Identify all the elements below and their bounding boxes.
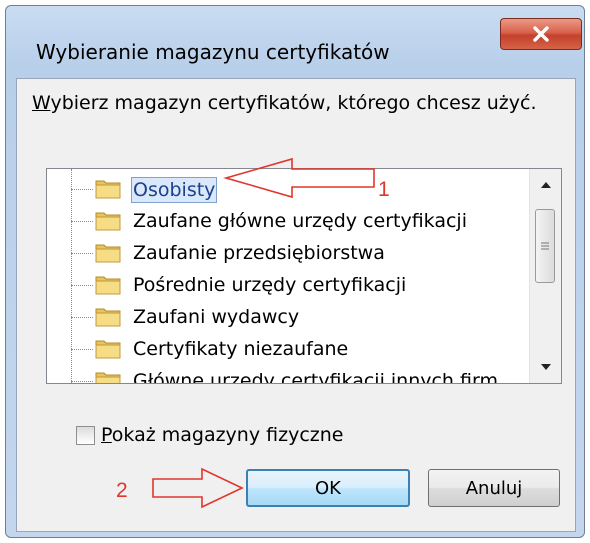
tree-item-label: Zaufani wydawcy — [133, 306, 300, 328]
annotation-arrow-2 — [152, 467, 244, 509]
tree-branch-line — [71, 189, 93, 190]
tree-item-zaufani-wydawcy[interactable]: Zaufani wydawcy — [47, 301, 517, 333]
tree-item-zaufanie-przedsiebiorstwa[interactable]: Zaufanie przedsiębiorstwa — [47, 237, 517, 269]
checkbox-label-rest: okaż magazyny fizyczne — [111, 424, 344, 446]
tree-item-label: Certyfikaty niezaufane — [133, 338, 349, 360]
checkbox-accelerator: P — [101, 424, 112, 446]
tree-branch-line — [71, 349, 93, 350]
show-physical-stores-row[interactable]: Pokaż magazyny fizyczne — [76, 424, 343, 446]
tree-item-inne-firmy[interactable]: Główne urzędy certyfikacji innych firm — [47, 365, 517, 384]
instruction-text: Wybierz magazyn certyfikatów, którego ch… — [32, 92, 536, 114]
tree-item-label: Pośrednie urzędy certyfikacji — [133, 274, 407, 296]
tree-item-label: Zaufanie przedsiębiorstwa — [133, 242, 385, 264]
window-title: Wybieranie magazynu certyfikatów — [36, 40, 390, 64]
tree-branch-line — [71, 317, 93, 318]
instruction-rest: ybierz magazyn certyfikatów, którego chc… — [50, 92, 537, 114]
ok-button[interactable]: OK — [246, 469, 410, 507]
show-physical-stores-label: Pokaż magazyny fizyczne — [101, 424, 343, 446]
tree-branch-line — [71, 221, 93, 222]
annotation-number-1: 1 — [378, 178, 390, 201]
grip-icon — [541, 242, 549, 250]
folder-icon — [95, 180, 121, 199]
folder-icon — [95, 372, 121, 383]
close-icon — [533, 26, 549, 42]
tree-branch-line — [71, 285, 93, 286]
cancel-button[interactable]: Anuluj — [428, 469, 560, 507]
folder-icon — [95, 244, 121, 263]
certificate-store-tree[interactable]: Osobisty Zaufane główne urzędy certyfika… — [46, 168, 562, 384]
instruction-accelerator: W — [32, 92, 51, 114]
folder-icon — [95, 276, 121, 295]
annotation-number-2: 2 — [116, 479, 128, 502]
close-button[interactable] — [500, 18, 582, 50]
scroll-thumb[interactable] — [535, 209, 555, 283]
annotation-arrow-1 — [223, 157, 375, 199]
tree-item-label: Osobisty — [131, 177, 218, 203]
chevron-down-icon — [540, 364, 551, 370]
tree-item-posrednie[interactable]: Pośrednie urzędy certyfikacji — [47, 269, 517, 301]
tree-item-label: Główne urzędy certyfikacji innych firm — [133, 370, 498, 384]
show-physical-stores-checkbox[interactable] — [76, 425, 95, 445]
tree-branch-line — [71, 381, 93, 382]
scroll-up-button[interactable] — [531, 171, 560, 199]
tree-item-niezaufane[interactable]: Certyfikaty niezaufane — [47, 333, 517, 365]
scroll-down-button[interactable] — [531, 353, 560, 381]
folder-icon — [95, 308, 121, 327]
tree-item-zaufane-glowne[interactable]: Zaufane główne urzędy certyfikacji — [47, 205, 517, 237]
tree-item-label: Zaufane główne urzędy certyfikacji — [133, 210, 467, 232]
folder-icon — [95, 212, 121, 231]
chevron-up-icon — [540, 182, 551, 188]
tree-branch-line — [71, 253, 93, 254]
folder-icon — [95, 340, 121, 359]
vertical-scrollbar[interactable] — [529, 169, 561, 383]
